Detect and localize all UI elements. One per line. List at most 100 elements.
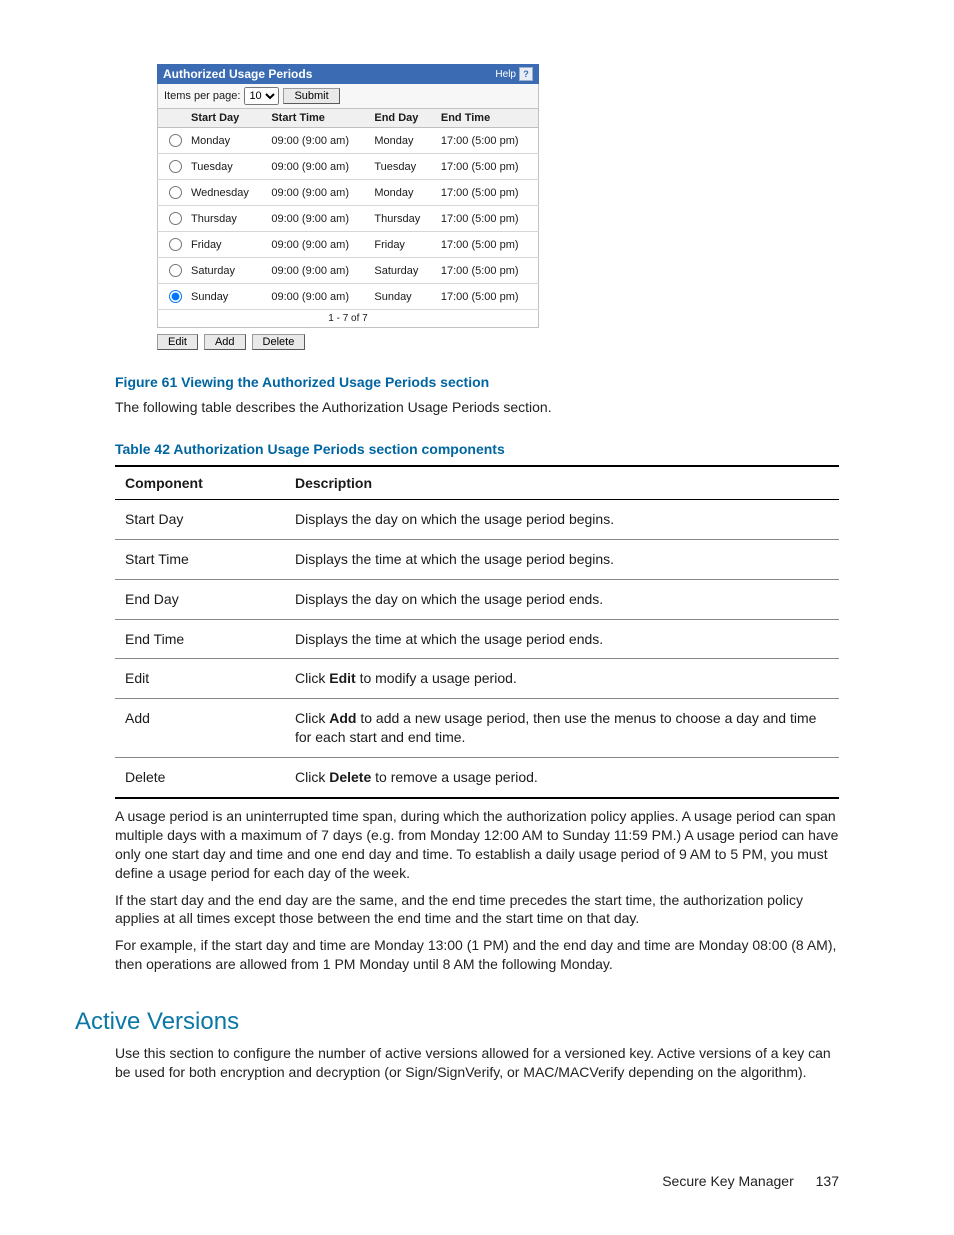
table-row: Friday09:00 (9:00 am)Friday17:00 (5:00 p… [158, 232, 539, 258]
table-row: End Time Displays the time at which the u… [115, 619, 839, 659]
col-start-day: Start Day [185, 109, 265, 128]
comp-cell-component: End Time [115, 619, 285, 659]
help-label: Help [495, 69, 516, 80]
desc-pre: Displays the day on which the usage peri… [295, 511, 614, 527]
row-radio[interactable] [169, 212, 182, 225]
row-radio[interactable] [169, 186, 182, 199]
items-per-page-label: Items per page: [164, 90, 240, 102]
table-row: Wednesday09:00 (9:00 am)Monday17:00 (5:0… [158, 180, 539, 206]
table-row: Start TimeDisplays the time at which the… [115, 539, 839, 579]
desc-pre: Click [295, 670, 329, 686]
comp-cell-component: Start Day [115, 499, 285, 539]
comp-cell-component: End Day [115, 579, 285, 619]
help-icon: ? [519, 67, 533, 81]
table-row: Saturday09:00 (9:00 am)Saturday17:00 (5:… [158, 258, 539, 284]
table-row: Start Day Displays the day on which the u… [115, 499, 839, 539]
row-radio[interactable] [169, 290, 182, 303]
page-footer: Secure Key Manager 137 [662, 1173, 839, 1189]
cell-end-day: Thursday [368, 206, 435, 232]
cell-end-time: 17:00 (5:00 pm) [435, 206, 539, 232]
desc-post: to remove a usage period. [371, 769, 538, 785]
comp-cell-description: Displays the day on which the usage peri… [285, 499, 839, 539]
comp-cell-description: Displays the time at which the usage per… [285, 619, 839, 659]
cell-end-day: Friday [368, 232, 435, 258]
authorized-usage-periods-panel: Authorized Usage Periods Help ? Items pe… [157, 64, 539, 350]
row-radio[interactable] [169, 160, 182, 173]
comp-cell-description: Click Delete to remove a usage period. [285, 758, 839, 798]
desc-pre: Displays the day on which the usage peri… [295, 591, 603, 607]
paragraph-1: A usage period is an uninterrupted time … [115, 807, 839, 883]
cell-start-time: 09:00 (9:00 am) [265, 128, 368, 154]
submit-button[interactable]: Submit [283, 88, 339, 104]
delete-button[interactable]: Delete [252, 334, 306, 350]
cell-end-day: Sunday [368, 284, 435, 310]
comp-cell-component: Add [115, 699, 285, 758]
comp-header-description: Description [285, 466, 839, 500]
panel-title: Authorized Usage Periods [163, 67, 312, 81]
table-row: Sunday09:00 (9:00 am)Sunday17:00 (5:00 p… [158, 284, 539, 310]
table-row: AddClick Add to add a new usage period, … [115, 699, 839, 758]
cell-end-time: 17:00 (5:00 pm) [435, 128, 539, 154]
figure-caption: Figure 61 Viewing the Authorized Usage P… [115, 374, 839, 390]
row-radio[interactable] [169, 134, 182, 147]
components-table: Component Description Start Day Displays … [115, 465, 839, 799]
desc-pre: Click [295, 710, 329, 726]
paragraph-2: If the start day and the end day are the… [115, 891, 839, 929]
cell-start-time: 09:00 (9:00 am) [265, 284, 368, 310]
cell-end-time: 17:00 (5:00 pm) [435, 284, 539, 310]
table-row: End Day Displays the day on which the usa… [115, 579, 839, 619]
cell-start-time: 09:00 (9:00 am) [265, 232, 368, 258]
desc-pre: Displays the time at which the usage per… [295, 551, 614, 567]
row-radio[interactable] [169, 264, 182, 277]
comp-cell-component: Edit [115, 659, 285, 699]
table-row: Thursday09:00 (9:00 am)Thursday17:00 (5:… [158, 206, 539, 232]
section-paragraph: Use this section to configure the number… [115, 1044, 839, 1082]
comp-header-component: Component [115, 466, 285, 500]
cell-start-time: 09:00 (9:00 am) [265, 180, 368, 206]
desc-bold: Delete [329, 769, 371, 785]
panel-toolbar: Items per page: 10 Submit [157, 84, 539, 109]
desc-pre: Displays the time at which the usage per… [295, 631, 603, 647]
section-heading-active-versions: Active Versions [75, 1008, 839, 1036]
table-row: Monday09:00 (9:00 am)Monday17:00 (5:00 p… [158, 128, 539, 154]
cell-start-day: Tuesday [185, 154, 265, 180]
items-per-page-select[interactable]: 10 [244, 87, 279, 105]
intro-paragraph: The following table describes the Author… [115, 398, 839, 417]
table-row: EditClick Edit to modify a usage period. [115, 659, 839, 699]
cell-start-time: 09:00 (9:00 am) [265, 258, 368, 284]
table-caption: Table 42 Authorization Usage Periods sec… [115, 441, 839, 457]
comp-cell-description: Displays the time at which the usage per… [285, 539, 839, 579]
paragraph-3: For example, if the start day and time a… [115, 936, 839, 974]
panel-header: Authorized Usage Periods Help ? [157, 64, 539, 84]
cell-start-time: 09:00 (9:00 am) [265, 154, 368, 180]
col-end-day: End Day [368, 109, 435, 128]
desc-post: to modify a usage period. [356, 670, 517, 686]
col-select [158, 109, 186, 128]
table-row: DeleteClick Delete to remove a usage per… [115, 758, 839, 798]
comp-cell-description: Displays the day on which the usage peri… [285, 579, 839, 619]
comp-cell-component: Delete [115, 758, 285, 798]
footer-page-number: 137 [816, 1173, 839, 1189]
cell-start-day: Friday [185, 232, 265, 258]
cell-end-day: Monday [368, 180, 435, 206]
cell-start-time: 09:00 (9:00 am) [265, 206, 368, 232]
cell-end-time: 17:00 (5:00 pm) [435, 258, 539, 284]
col-start-time: Start Time [265, 109, 368, 128]
desc-pre: Click [295, 769, 329, 785]
schedule-table: Start Day Start Time End Day End Time Mo… [157, 109, 539, 310]
cell-start-day: Thursday [185, 206, 265, 232]
help-link[interactable]: Help ? [495, 67, 533, 81]
add-button[interactable]: Add [204, 334, 246, 350]
cell-end-time: 17:00 (5:00 pm) [435, 232, 539, 258]
edit-button[interactable]: Edit [157, 334, 198, 350]
cell-start-day: Sunday [185, 284, 265, 310]
col-end-time: End Time [435, 109, 539, 128]
comp-cell-description: Click Add to add a new usage period, the… [285, 699, 839, 758]
cell-end-time: 17:00 (5:00 pm) [435, 154, 539, 180]
desc-bold: Edit [329, 670, 355, 686]
cell-end-time: 17:00 (5:00 pm) [435, 180, 539, 206]
cell-start-day: Monday [185, 128, 265, 154]
row-radio[interactable] [169, 238, 182, 251]
desc-post: to add a new usage period, then use the … [295, 710, 816, 745]
table-row: Tuesday09:00 (9:00 am)Tuesday17:00 (5:00… [158, 154, 539, 180]
